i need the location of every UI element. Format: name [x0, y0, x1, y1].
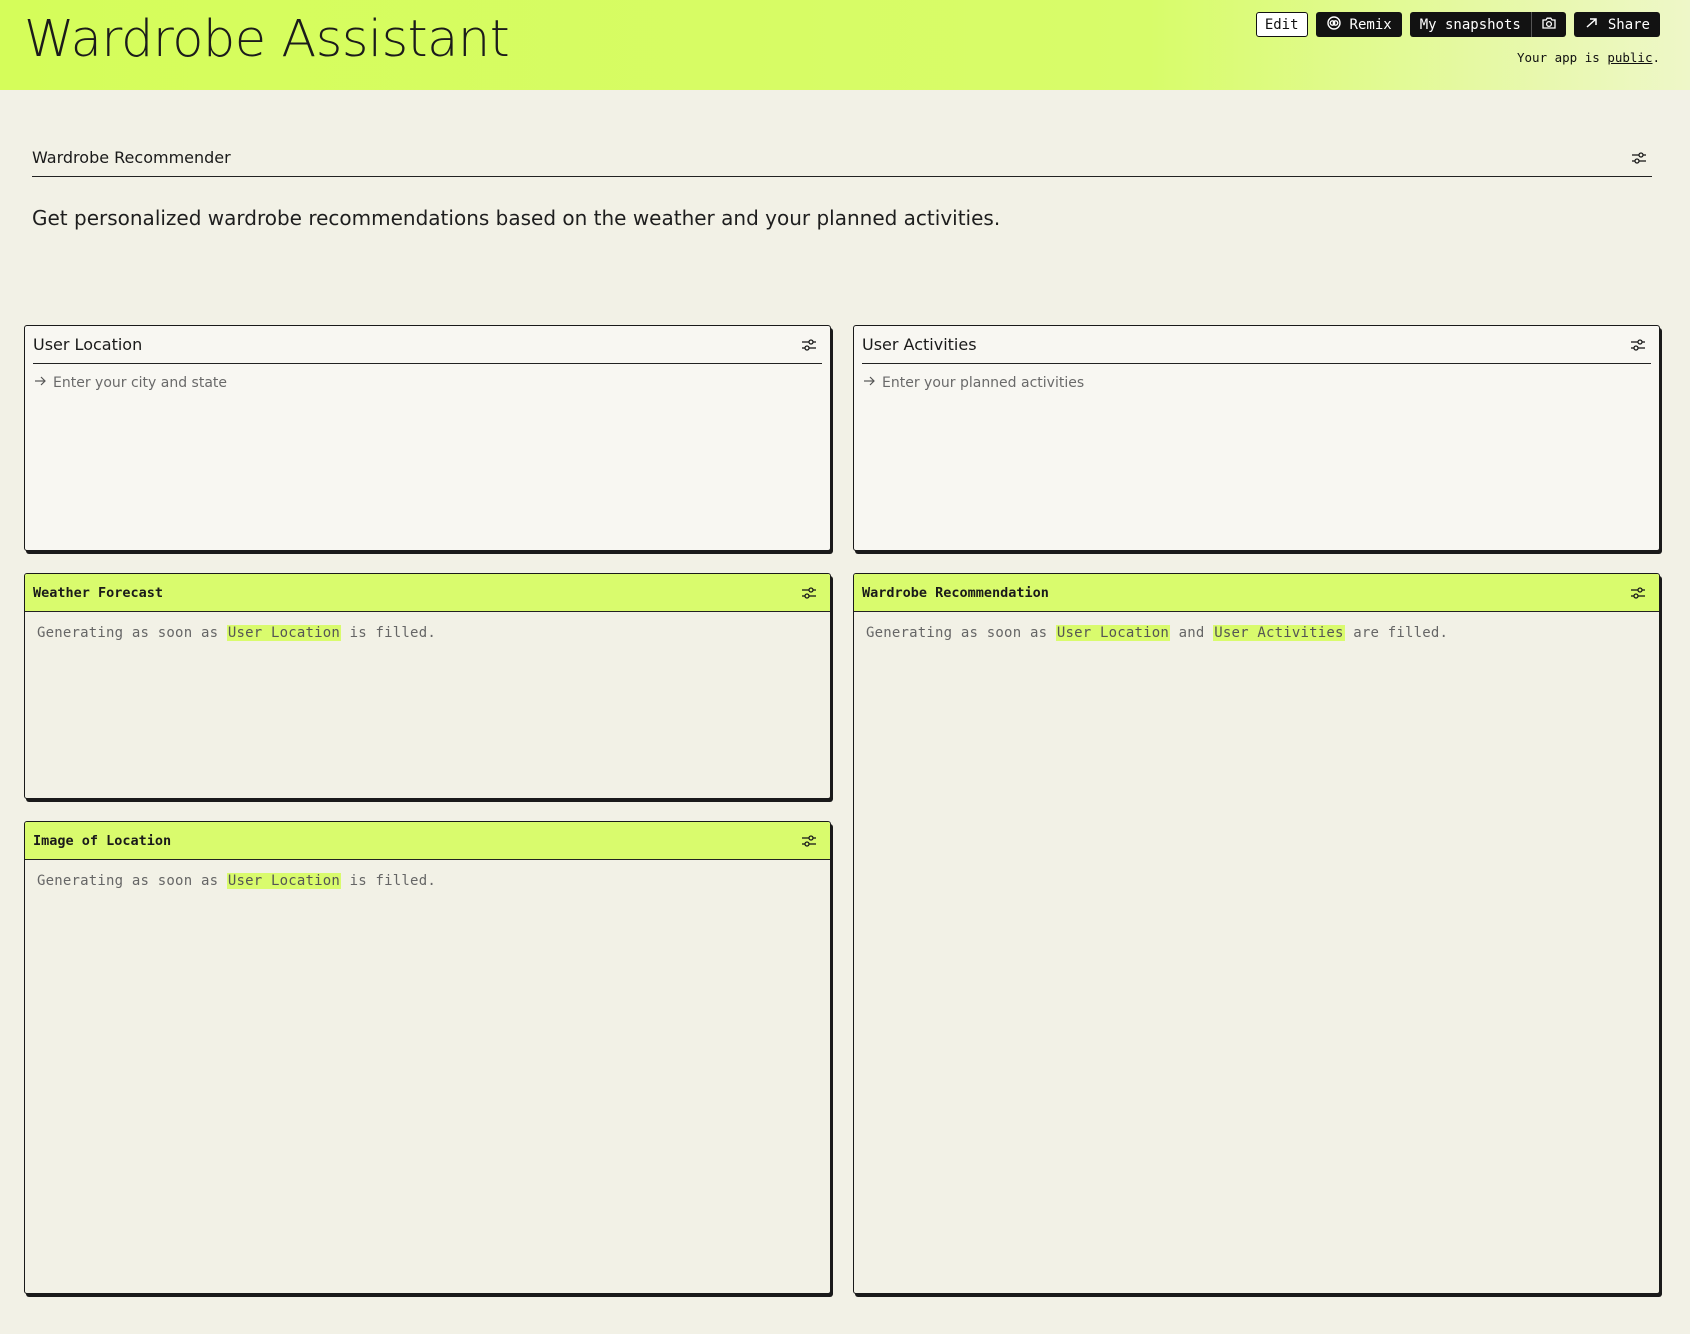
remix-button-label: Remix	[1349, 16, 1392, 33]
my-snapshots-label: My snapshots	[1419, 16, 1521, 33]
section-header: Wardrobe Recommender	[32, 143, 1652, 177]
visibility-suffix: .	[1652, 50, 1660, 65]
card-title: User Location	[33, 335, 143, 354]
card-header: Weather Forecast	[25, 574, 830, 612]
weather-forecast-card: Weather Forecast Generating as soon as U…	[24, 573, 831, 799]
card-title: Wardrobe Recommendation	[862, 585, 1049, 601]
card-header: User Location	[33, 326, 822, 364]
arrow-right-icon	[862, 374, 876, 392]
status-prefix: Generating as soon as	[866, 625, 1056, 641]
app-header: Wardrobe Assistant Edit Remix My snapsho…	[0, 0, 1690, 90]
settings-sliders-icon[interactable]	[1630, 149, 1648, 167]
location-input-row	[33, 374, 703, 392]
dependency-tag: User Location	[1055, 625, 1171, 641]
camera-icon	[1541, 15, 1557, 35]
status-prefix: Generating as soon as	[37, 625, 227, 641]
card-header: Wardrobe Recommendation	[854, 574, 1659, 612]
section-title: Wardrobe Recommender	[32, 148, 231, 167]
visibility-note: Your app is public.	[1517, 50, 1660, 65]
image-of-location-card: Image of Location Generating as soon as …	[24, 821, 831, 1294]
visibility-prefix: Your app is	[1517, 50, 1608, 65]
settings-sliders-icon[interactable]	[1629, 584, 1647, 602]
status-joiner: and	[1170, 625, 1214, 641]
toolbar: Edit Remix My snapshots Share	[1255, 12, 1660, 37]
status-prefix: Generating as soon as	[37, 873, 227, 889]
status-suffix: is filled.	[341, 625, 436, 641]
settings-sliders-icon[interactable]	[1629, 336, 1647, 354]
activities-input[interactable]	[882, 375, 1532, 391]
user-location-card: User Location	[24, 325, 831, 551]
app-title: Wardrobe Assistant	[24, 10, 510, 69]
share-button-label: Share	[1607, 16, 1650, 33]
dependency-tag: User Location	[226, 873, 342, 889]
share-arrow-icon	[1584, 15, 1600, 35]
generation-status: Generating as soon as User Location is f…	[37, 873, 436, 889]
settings-sliders-icon[interactable]	[800, 832, 818, 850]
take-snapshot-button[interactable]	[1530, 12, 1566, 37]
card-title: Weather Forecast	[33, 585, 164, 601]
card-header: User Activities	[862, 326, 1651, 364]
wardrobe-recommendation-card: Wardrobe Recommendation Generating as so…	[853, 573, 1660, 1294]
dependency-tag: User Location	[226, 625, 342, 641]
user-activities-card: User Activities	[853, 325, 1660, 551]
settings-sliders-icon[interactable]	[800, 584, 818, 602]
card-title: Image of Location	[33, 833, 172, 849]
arrow-right-icon	[33, 374, 47, 392]
snapshots-group: My snapshots	[1409, 12, 1566, 37]
visibility-link[interactable]: public	[1607, 50, 1652, 65]
share-button[interactable]: Share	[1573, 12, 1660, 37]
status-suffix: are filled.	[1344, 625, 1449, 641]
status-suffix: is filled.	[341, 873, 436, 889]
generation-status: Generating as soon as User Location and …	[866, 625, 1448, 641]
edit-button[interactable]: Edit	[1255, 12, 1308, 37]
edit-button-label: Edit	[1264, 16, 1299, 33]
generation-status: Generating as soon as User Location is f…	[37, 625, 436, 641]
activities-input-row	[862, 374, 1532, 392]
my-snapshots-button[interactable]: My snapshots	[1409, 12, 1531, 37]
card-header: Image of Location	[25, 822, 830, 860]
remix-button[interactable]: Remix	[1315, 12, 1402, 37]
location-input[interactable]	[53, 375, 703, 391]
settings-sliders-icon[interactable]	[800, 336, 818, 354]
card-title: User Activities	[862, 335, 977, 354]
section-description: Get personalized wardrobe recommendation…	[32, 206, 1001, 230]
dependency-tag: User Activities	[1213, 625, 1345, 641]
remix-icon	[1326, 15, 1342, 35]
